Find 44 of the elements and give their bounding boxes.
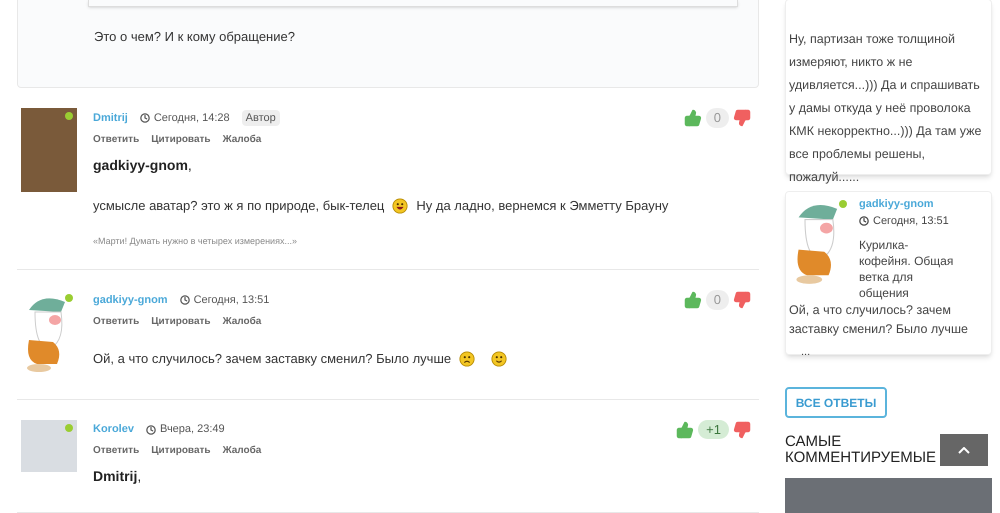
action-link[interactable]: Цитировать <box>151 443 211 458</box>
addressee-text: gadkiyy-gnom, <box>93 156 193 175</box>
action-link[interactable]: Жалоба <box>222 443 262 458</box>
action-link[interactable]: Цитировать <box>151 132 211 147</box>
clock-icon <box>140 113 150 124</box>
action-link[interactable]: Цитировать <box>151 314 211 329</box>
thumbs-down-icon[interactable] <box>733 109 751 128</box>
reply-time: Сегодня, 13:51 <box>873 214 949 228</box>
emoji-icon <box>491 351 508 368</box>
thumbs-down-icon[interactable] <box>733 290 751 309</box>
action-link[interactable]: Ответить <box>93 132 140 147</box>
all-replies-button[interactable]: ВСЕ ОТВЕТЫ <box>785 387 887 418</box>
clock-icon <box>180 294 190 305</box>
vote-score: 0 <box>706 108 729 128</box>
reply-text: Ну, партизан тоже толщиной измеряют, никто ж не удивляется...))) Да и спрашивать у дамы откуда у неё проволока КМК некорректно...))) Да там уже все проблемы решены, пожалуй...... <box>789 31 982 186</box>
comment-text: Ой, а что случилось? зачем заставку сменил? Было лучше <box>93 348 755 368</box>
thumbs-up-icon[interactable] <box>676 420 694 439</box>
signature-text: «Марти! Думать нужно в четырех измерениях...» <box>93 235 298 248</box>
comment-time: Вчера, 23:49 <box>160 422 225 438</box>
comment-time: Сегодня, 14:28 <box>154 110 230 126</box>
action-link[interactable]: Жалоба <box>222 314 262 329</box>
vote-score: 0 <box>706 290 729 310</box>
clock-icon <box>859 216 869 226</box>
thumbs-up-icon[interactable] <box>684 290 702 309</box>
action-link[interactable]: Ответить <box>93 443 140 458</box>
comment-time: Сегодня, 13:51 <box>194 292 270 308</box>
action-link[interactable]: Ответить <box>93 314 140 329</box>
more-text: ... <box>801 346 810 358</box>
scroll-top-button[interactable] <box>940 434 988 466</box>
emoji-icon <box>459 351 476 368</box>
section-heading: САМЫЕ КОММЕНТИРУЕМЫЕ <box>785 434 937 466</box>
author-badge: Автор <box>242 110 280 126</box>
thumbs-up-icon[interactable] <box>684 109 702 128</box>
reply-text: Ой, а что случилось? зачем заставку сменил? Было лучше <box>789 302 969 338</box>
action-link[interactable]: Жалоба <box>222 132 262 147</box>
comment-text: усмысле аватар? это ж я по природе, бык-телец Ну да ладно, вернемся к Эмметту Брауну <box>93 196 670 216</box>
topic-link[interactable]: Курилка-кофейня. Общая ветка для общения <box>859 237 959 301</box>
thumbs-down-icon[interactable] <box>733 420 751 439</box>
comment-text: Это о чем? И к кому обращение? <box>94 28 296 46</box>
vote-score: +1 <box>698 420 729 440</box>
emoji-icon <box>392 198 408 214</box>
clock-icon <box>146 424 156 435</box>
addressee-text: Dmitrij, <box>93 467 142 486</box>
chevron-up-icon <box>958 446 970 454</box>
